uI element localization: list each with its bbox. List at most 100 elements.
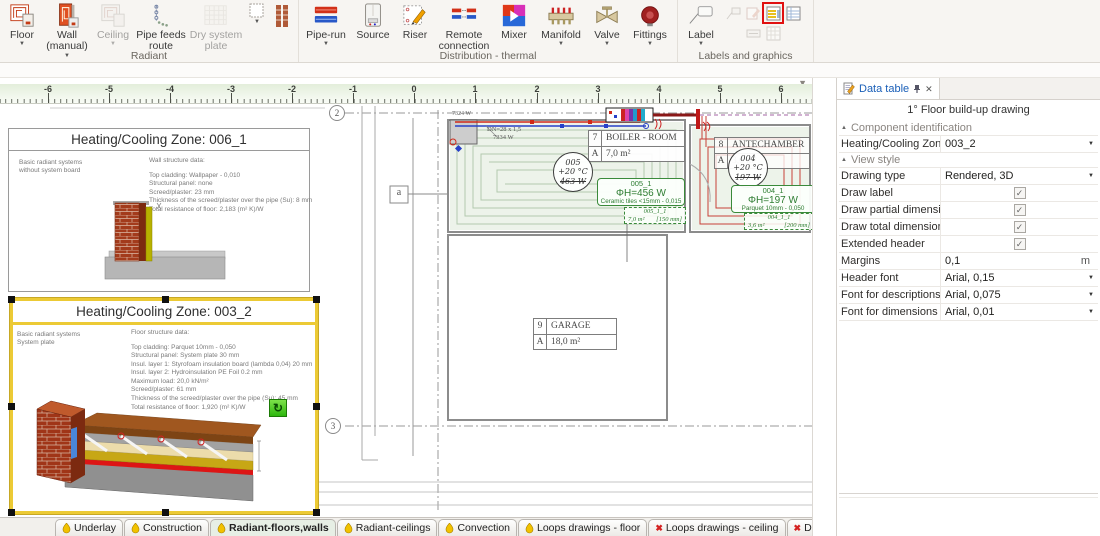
red-x-icon <box>655 522 663 534</box>
ribbon: Floor ▼ Wall (manual) ▼ Ceiling ▼ <box>0 0 1100 63</box>
chevron-down-icon[interactable]: ▼ <box>1088 309 1094 315</box>
red-x-icon <box>794 522 802 534</box>
close-icon[interactable] <box>925 83 933 95</box>
wall-section-button[interactable] <box>270 1 294 51</box>
selection-handle[interactable] <box>313 296 320 303</box>
tab-dry-systems[interactable]: Dry systems <box>787 519 812 536</box>
ruler-number: 3 <box>587 84 609 94</box>
selection-handle[interactable] <box>313 403 320 410</box>
temp-circle-antechamber[interactable]: 004 +20 °C 197 W <box>728 148 768 188</box>
legend-table-button[interactable] <box>784 4 802 22</box>
property-row-draw-label[interactable]: Draw label <box>839 185 1098 202</box>
property-row-header-font[interactable]: Header font Arial, 0,15 ▼ <box>839 270 1098 287</box>
chevron-down-icon[interactable]: ▼ <box>1088 292 1094 298</box>
zone-detail-box-003-2[interactable]: Heating/Cooling Zone: 003_2 Basic radian… <box>10 298 318 514</box>
riser-button[interactable]: Riser <box>395 1 435 51</box>
pipe-run-label: Pipe-run <box>306 30 346 41</box>
manifold-button[interactable]: Manifold ▼ <box>535 1 587 51</box>
tab-radiant-ceilings[interactable]: Radiant-ceilings <box>337 519 438 536</box>
dimension-button[interactable] <box>744 24 762 42</box>
property-row-font-for-descriptions[interactable]: Font for descriptions Arial, 0,075 ▼ <box>839 287 1098 304</box>
fittings-label: Fittings <box>633 30 667 41</box>
room-label-garage[interactable]: 9GARAGE A18,0 m² <box>533 318 617 350</box>
zone-tag-004-1[interactable]: 004_1 ΦH=197 W Parquet 10mm - 0,050 <box>731 185 812 213</box>
draw-total-dimension-checkbox[interactable] <box>1014 221 1026 233</box>
selection-handle[interactable] <box>8 509 15 516</box>
chevron-down-icon[interactable]: ▼ <box>1088 275 1094 281</box>
extended-header-checkbox[interactable] <box>1014 238 1026 250</box>
chevron-down-icon[interactable]: ▼ <box>1088 173 1094 179</box>
ruler-tick <box>537 93 538 103</box>
zone-subtag-005-1-1[interactable]: 005_1_1 7,0 m²[150 mm] <box>624 207 686 224</box>
edit-label-icon <box>746 6 761 21</box>
pipe-run-icon <box>311 3 341 29</box>
drawing-viewport[interactable]: ▼ -6 -5 -4 -3 -2 -1 0 1 2 3 <box>0 78 812 536</box>
panel-splitter-line[interactable] <box>839 497 1098 498</box>
selection-handle[interactable] <box>8 296 15 303</box>
zone-subtag-004-1-1[interactable]: 004_1_1 3,6 m²[200 mm] <box>744 213 812 230</box>
rotate-view-icon[interactable] <box>269 399 287 417</box>
tab-radiant-floors-walls[interactable]: Radiant-floors,walls <box>210 519 336 536</box>
draw-partial-dimensions-checkbox[interactable] <box>1014 204 1026 216</box>
selection-handle[interactable] <box>313 509 320 516</box>
property-row-extended-header[interactable]: Extended header <box>839 236 1098 253</box>
data-table-button[interactable] <box>764 4 782 22</box>
wall-structure-illustration <box>75 201 245 291</box>
fittings-button[interactable]: Fittings ▼ <box>627 1 673 51</box>
chevron-down-icon[interactable]: ▼ <box>1088 141 1094 147</box>
property-row-draw-total-dimension[interactable]: Draw total dimension <box>839 219 1098 236</box>
property-row-margins[interactable]: Margins 0,1 m <box>839 253 1098 270</box>
temp-circle-boiler[interactable]: 005 +20 °C 463 W <box>553 152 593 192</box>
radiant-extra-button[interactable]: ▼ <box>244 1 270 51</box>
tab-loops-drawings-floor[interactable]: Loops drawings - floor <box>518 519 647 536</box>
pin-icon[interactable] <box>913 84 921 94</box>
selection-handle[interactable] <box>8 403 15 410</box>
tab-construction[interactable]: Construction <box>124 519 209 536</box>
source-button[interactable]: Source <box>351 1 395 51</box>
dry-system-plate-button[interactable]: Dry system plate <box>188 1 244 51</box>
wall-manual-button[interactable]: Wall (manual) ▼ <box>42 1 92 51</box>
ruler-tick <box>598 93 599 103</box>
edit-label-button[interactable] <box>744 4 762 22</box>
property-row-drawing-type[interactable]: Drawing type Rendered, 3D ▼ <box>839 168 1098 185</box>
zone-detail-box-006-1[interactable]: Heating/Cooling Zone: 006_1 Basic radian… <box>8 128 310 292</box>
mixer-button[interactable]: Mixer <box>493 1 535 51</box>
ruler-tick <box>353 93 354 103</box>
tab-loops-drawings-ceiling[interactable]: Loops drawings - ceiling <box>648 519 785 536</box>
property-row-font-for-dimensions[interactable]: Font for dimensions Arial, 0,01 ▼ <box>839 304 1098 321</box>
flame-icon <box>217 523 226 534</box>
ceiling-button[interactable]: Ceiling ▼ <box>92 1 134 51</box>
property-row-draw-partial-dimensions[interactable]: Draw partial dimensions <box>839 202 1098 219</box>
zone-tag-005-1[interactable]: 005_1 ΦH=456 W Ceramic tiles <15mm - 0,0… <box>597 178 685 206</box>
label-button[interactable]: Label ▼ <box>680 1 722 51</box>
pipe-run-button[interactable]: Pipe-run ▼ <box>301 1 351 51</box>
floor-button[interactable]: Floor ▼ <box>2 1 42 51</box>
remote-connection-button[interactable]: Remote connection <box>435 1 493 51</box>
remote-connection-icon <box>449 3 479 29</box>
selection-handle[interactable] <box>162 296 169 303</box>
leader-label-button[interactable] <box>724 4 742 22</box>
section-view-style[interactable]: View style <box>839 153 1098 168</box>
flame-icon <box>62 523 71 534</box>
section-component-identification[interactable]: Component identification <box>839 121 1098 136</box>
ruler-number: -4 <box>159 84 181 94</box>
draw-label-checkbox[interactable] <box>1014 187 1026 199</box>
ribbon-group-title-distribution: Distribution - thermal <box>299 50 677 62</box>
valve-button[interactable]: Valve ▼ <box>587 1 627 51</box>
grid-marker-3: 3 <box>325 418 341 434</box>
floor-label: Floor <box>10 30 34 41</box>
selection-handle[interactable] <box>162 509 169 516</box>
panel-tab-data-table[interactable]: Data table <box>837 78 940 99</box>
pipe-dn-label: DN=28 x 1,5 <box>487 126 521 133</box>
pipe-feeds-route-button[interactable]: Pipe feeds route <box>134 1 188 51</box>
sheet-tab-bar: Underlay Construction Radiant-floors,wal… <box>0 517 812 536</box>
ceiling-icon <box>98 3 128 29</box>
property-row-heating-cooling-zone[interactable]: Heating/Cooling Zone 003_2 ▼ <box>839 136 1098 153</box>
grid-frame-icon <box>249 3 265 19</box>
tab-underlay[interactable]: Underlay <box>55 519 123 536</box>
room-label-boiler[interactable]: 7BOILER - ROOM A7,0 m² <box>588 130 685 162</box>
riser-label: Riser <box>403 30 428 41</box>
tab-convection[interactable]: Convection <box>438 519 517 536</box>
legend-table-icon <box>786 6 801 21</box>
grid-table-button[interactable] <box>764 24 782 42</box>
